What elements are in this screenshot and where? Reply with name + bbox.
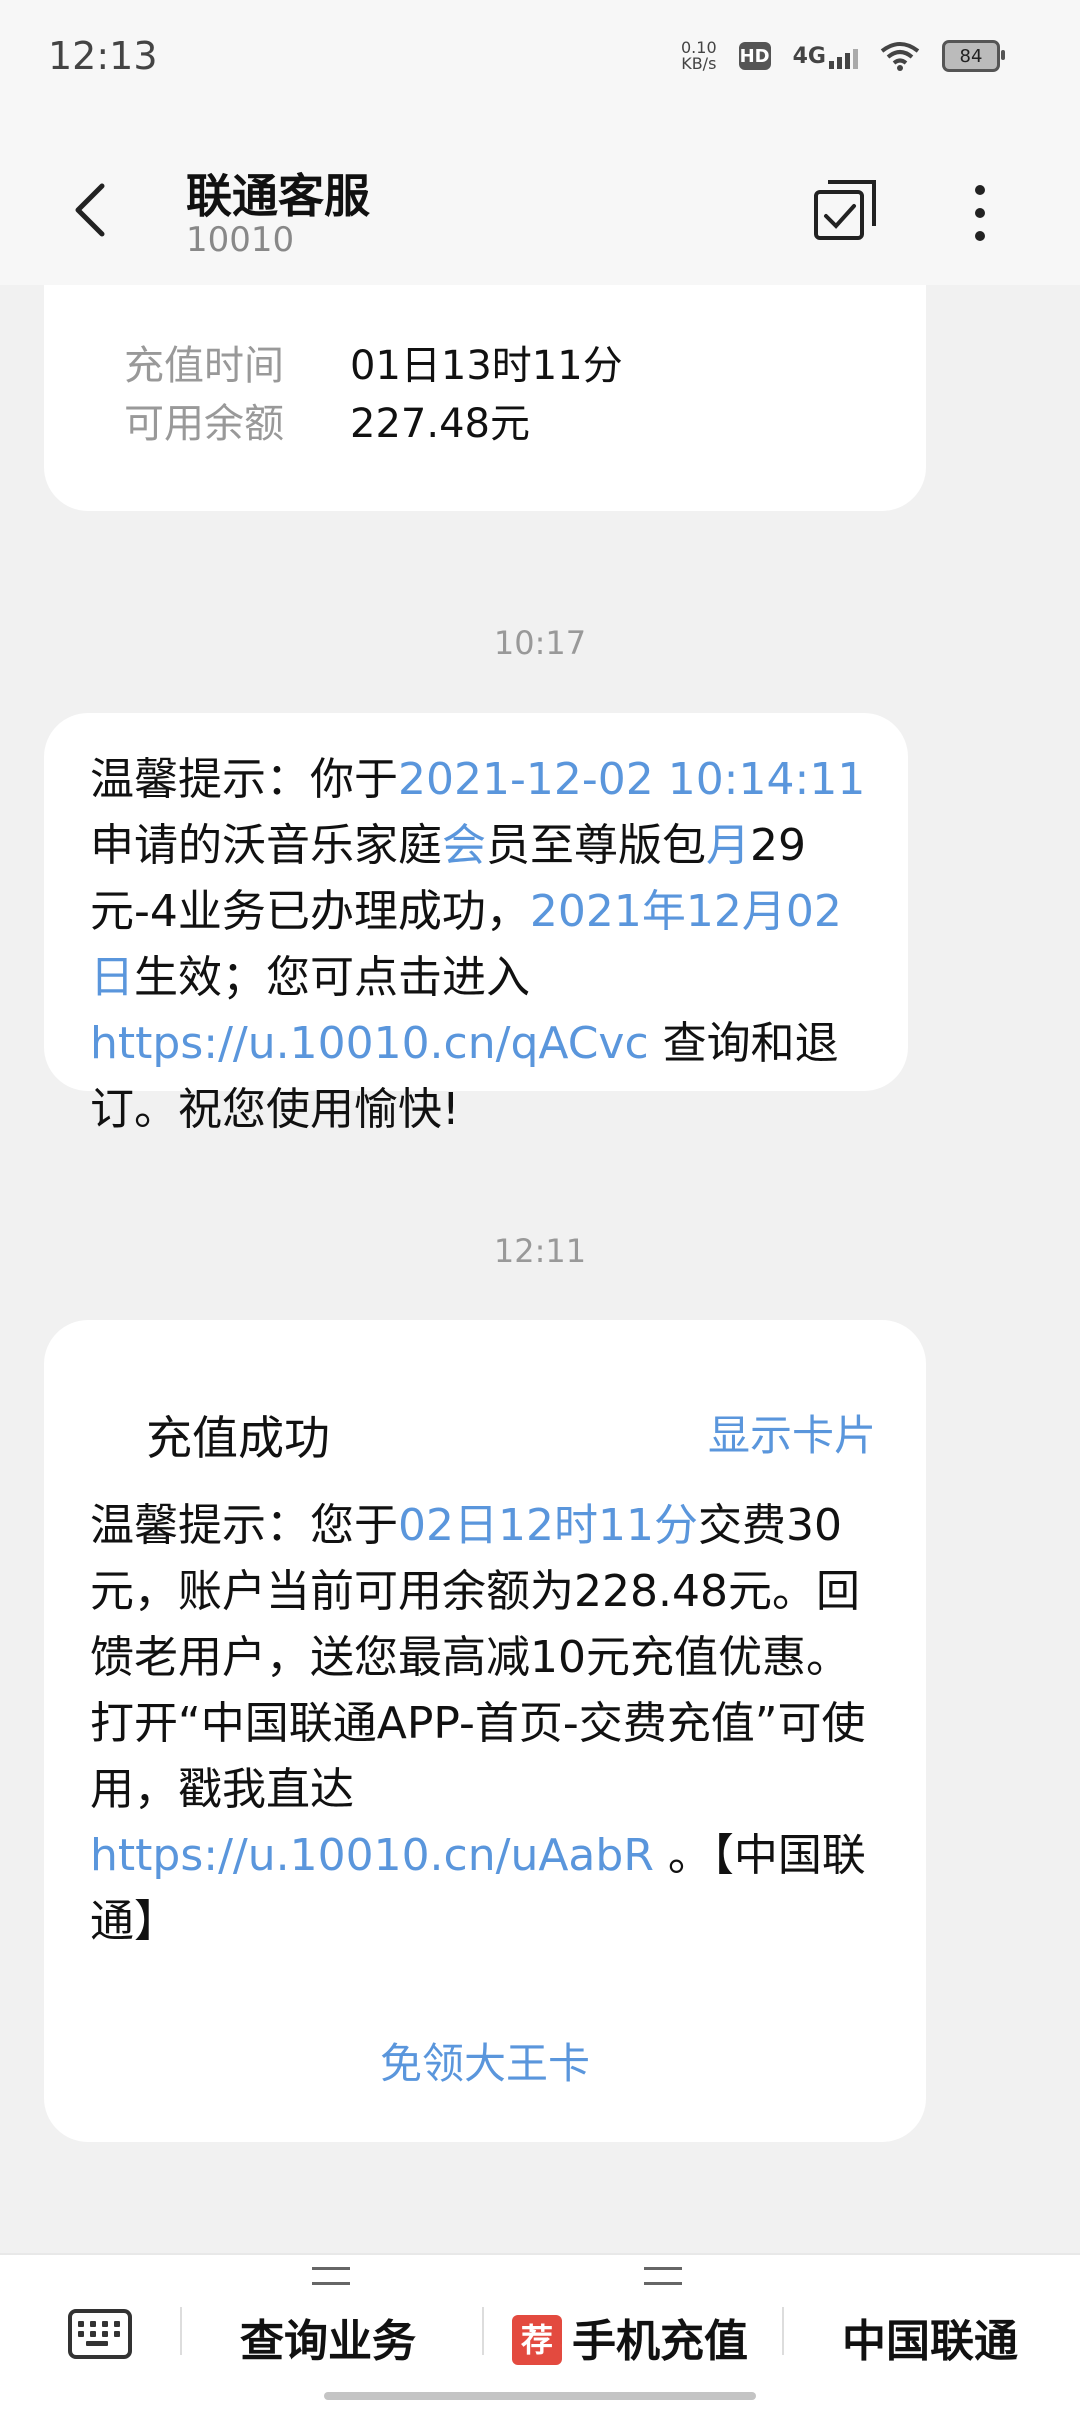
- net-speed-unit: KB/s: [681, 54, 717, 73]
- contact-name: 联通客服: [186, 169, 370, 223]
- card-title: 充值成功: [146, 1411, 330, 1465]
- recommend-badge: 荐: [512, 2315, 562, 2365]
- field-value: 01日13时11分: [350, 343, 623, 389]
- multi-select-icon[interactable]: [812, 178, 878, 244]
- keyboard-icon[interactable]: [68, 2309, 132, 2359]
- hd-icon: HD: [738, 42, 771, 70]
- divider: [782, 2307, 784, 2355]
- menu-label: 手机充值: [572, 2316, 748, 2367]
- menu-china-unicom[interactable]: 中国联通: [842, 2305, 1018, 2369]
- contact-number: 10010: [186, 220, 295, 260]
- field-recharge-time: 充值时间 01日13时11分: [124, 333, 623, 391]
- net-speed: 0.10 KB/s: [681, 40, 717, 72]
- message-timestamp: 12:11: [493, 1232, 587, 1270]
- conversation-header: 联通客服 10010: [0, 120, 1080, 285]
- time-link[interactable]: 02日12时11分: [398, 1500, 698, 1551]
- battery-icon: 84: [942, 40, 1005, 72]
- message-bubble-recharge-record[interactable]: 充值时间 01日13时11分 可用余额 227.48元: [44, 285, 926, 511]
- service-menu-bar: 查询业务 荐手机充值 中国联通: [0, 2253, 1080, 2410]
- message-timestamp: 10:17: [493, 624, 587, 662]
- more-options-icon[interactable]: [960, 180, 1000, 246]
- menu-handle-icon: [644, 2267, 682, 2285]
- divider: [180, 2307, 182, 2355]
- menu-handle-icon: [312, 2267, 350, 2285]
- field-label: 充值时间: [124, 343, 284, 389]
- show-card-button[interactable]: 显示卡片: [708, 1402, 876, 1463]
- cellular-signal-icon: 4G: [793, 44, 858, 69]
- menu-query-business[interactable]: 查询业务: [240, 2305, 416, 2369]
- message-text: 温馨提示：您于02日12时11分交费30元，账户当前可用余额为228.48元。回…: [90, 1500, 866, 1947]
- wifi-icon: [880, 42, 920, 71]
- network-type: 4G: [792, 43, 826, 69]
- back-arrow-icon[interactable]: [70, 180, 110, 240]
- datetime-link[interactable]: 2021-12-02 10:14:11: [398, 754, 865, 805]
- home-indicator[interactable]: [324, 2392, 756, 2400]
- field-label: 可用余额: [124, 401, 284, 447]
- field-available-balance: 可用余额 227.48元: [124, 391, 530, 449]
- url-link[interactable]: https://u.10010.cn/uAabR: [90, 1830, 654, 1881]
- message-list[interactable]: 充值时间 01日13时11分 可用余额 227.48元 10:17 温馨提示：你于2…: [0, 285, 1080, 2253]
- free-card-button[interactable]: 免领大王卡: [44, 2030, 926, 2091]
- keyword-link[interactable]: 月: [706, 820, 750, 871]
- keyword-link[interactable]: 会: [442, 820, 486, 871]
- url-link[interactable]: https://u.10010.cn/qACvc: [90, 1018, 649, 1069]
- message-text: 温馨提示：你于2021-12-02 10:14:11申请的沃音乐家庭会员至尊版包…: [90, 754, 866, 1135]
- status-time: 12:13: [48, 34, 158, 78]
- divider: [482, 2307, 484, 2355]
- status-icons: 0.10 KB/s HD 4G 84: [681, 40, 1005, 72]
- status-bar: 12:13 0.10 KB/s HD 4G 84: [0, 0, 1080, 120]
- field-value: 227.48元: [350, 401, 530, 447]
- menu-phone-recharge[interactable]: 荐手机充值: [512, 2305, 748, 2369]
